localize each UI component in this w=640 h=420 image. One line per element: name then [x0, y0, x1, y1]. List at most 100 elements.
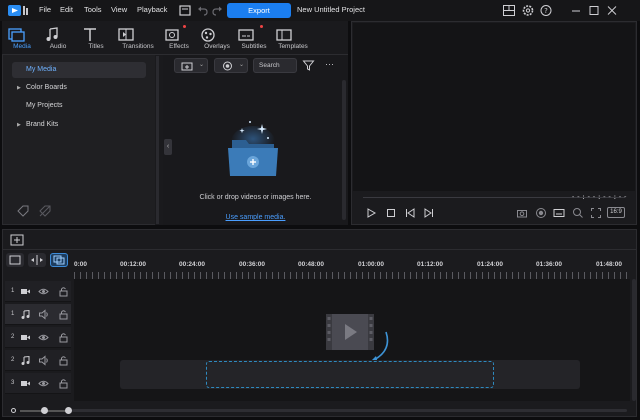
play-icon[interactable]	[365, 207, 377, 219]
preview-timecode: --:--:--:--	[571, 193, 629, 201]
subtitles-badge	[260, 25, 263, 28]
lock-icon[interactable]	[58, 332, 69, 343]
track-header-video[interactable]: 1	[5, 281, 71, 302]
expand-arrow-icon[interactable]: ▶	[17, 80, 21, 96]
tab-media[interactable]: Media	[6, 21, 38, 55]
tab-titles[interactable]: Titles	[80, 21, 112, 55]
tree-item-brand-kits[interactable]: ▶ Brand Kits	[12, 117, 146, 133]
track-header-audio[interactable]: 2	[5, 350, 71, 371]
speaker-icon[interactable]	[38, 309, 49, 320]
ruler-tick-label: 0:00	[74, 261, 88, 268]
track-headers: 1 1 2 2 3	[0, 281, 72, 401]
next-frame-icon[interactable]	[423, 207, 435, 219]
gear-icon[interactable]	[521, 4, 535, 17]
track-header-audio[interactable]: 1	[5, 304, 71, 325]
tag-remove-icon[interactable]	[38, 204, 52, 218]
snapshot-icon[interactable]	[516, 207, 528, 219]
audio-track-icon	[20, 355, 31, 366]
tab-subtitles-label: Subtitles	[241, 43, 267, 50]
preview-screen[interactable]	[353, 23, 635, 191]
tab-effects[interactable]: Effects	[162, 21, 196, 55]
tab-overlays[interactable]: Overlays	[198, 21, 236, 55]
speaker-icon[interactable]	[38, 355, 49, 366]
timeline-tool-icon[interactable]	[10, 234, 24, 246]
snap-icon	[53, 255, 65, 265]
tree-item-my-media[interactable]: My Media	[12, 62, 146, 78]
snap-toggle-button[interactable]	[50, 253, 68, 267]
eye-icon[interactable]	[38, 332, 49, 343]
zoom-out-icon[interactable]	[11, 408, 16, 413]
search-input[interactable]: Search	[253, 58, 297, 73]
tree-item-color-boards[interactable]: ▶ Color Boards	[12, 80, 146, 96]
tab-templates[interactable]: Templates	[274, 21, 312, 55]
ruler-tick-label: 01:48:00	[596, 261, 623, 268]
video-track-icon	[20, 378, 31, 389]
tag-icon[interactable]	[16, 204, 30, 218]
filter-icon[interactable]	[302, 59, 315, 72]
media-icon	[8, 28, 25, 42]
zoom-icon[interactable]	[572, 207, 584, 219]
zoom-in-icon[interactable]	[65, 407, 72, 414]
music-note-icon	[46, 27, 58, 41]
video-track-icon	[20, 286, 31, 297]
record-voice-icon[interactable]	[535, 207, 547, 219]
overlay-icon	[201, 28, 215, 42]
more-options-icon[interactable]: ···	[325, 59, 334, 69]
ruler-tick-label: 01:24:00	[477, 261, 504, 268]
stop-icon[interactable]	[385, 207, 397, 219]
track-header-video[interactable]: 3	[5, 373, 71, 394]
menu-tools[interactable]: Tools	[84, 5, 102, 14]
timeline-hscrollbar[interactable]	[72, 409, 627, 412]
sample-media-link[interactable]: Use sample media.	[163, 214, 348, 221]
produce-icon[interactable]	[178, 4, 192, 17]
menu-edit[interactable]: Edit	[60, 5, 73, 14]
layout-icon[interactable]	[502, 4, 516, 17]
tab-subtitles[interactable]: Subtitles	[236, 21, 272, 55]
ruler-tick-label: 01:00:00	[358, 261, 385, 268]
menu-view[interactable]: View	[111, 5, 127, 14]
close-icon[interactable]	[605, 4, 619, 17]
eye-icon[interactable]	[38, 286, 49, 297]
lock-icon[interactable]	[58, 286, 69, 297]
record-dropdown[interactable]: ⌄	[214, 58, 248, 73]
tree-scrollbar[interactable]	[156, 56, 159, 224]
tree-item-my-projects[interactable]: My Projects	[12, 98, 146, 114]
timeline-view-button[interactable]	[6, 253, 24, 267]
import-media-dropdown[interactable]: ⌄	[174, 58, 208, 73]
tab-transitions[interactable]: Transitions	[116, 21, 160, 55]
lock-icon[interactable]	[58, 309, 69, 320]
redo-icon[interactable]	[210, 4, 224, 17]
minimize-icon[interactable]	[569, 4, 583, 17]
ruler-tick-label: 01:12:00	[417, 261, 444, 268]
tree-item-label: Brand Kits	[26, 121, 59, 128]
lock-icon[interactable]	[58, 378, 69, 389]
help-icon[interactable]: ?	[539, 4, 553, 17]
timeline-view-icon	[9, 255, 21, 265]
subtitle-preview-icon[interactable]	[553, 207, 565, 219]
chevron-down-icon: ⌄	[199, 62, 205, 68]
aspect-ratio-button[interactable]: 16:9	[607, 207, 625, 218]
track-number: 3	[11, 380, 15, 386]
track-header-video[interactable]: 2	[5, 327, 71, 348]
previous-frame-icon[interactable]	[404, 207, 416, 219]
tab-audio[interactable]: Audio	[42, 21, 74, 55]
split-button[interactable]	[28, 253, 46, 267]
zoom-slider-knob[interactable]	[41, 407, 48, 414]
timeline-vscrollbar[interactable]	[632, 279, 636, 401]
lock-icon[interactable]	[58, 355, 69, 366]
eye-icon[interactable]	[38, 378, 49, 389]
export-button[interactable]: Export	[227, 3, 291, 18]
collapse-panel-button[interactable]: ‹	[164, 139, 172, 155]
subtitle-icon	[238, 29, 254, 41]
timeline-drop-target[interactable]	[206, 361, 494, 388]
maximize-icon[interactable]	[587, 4, 601, 17]
svg-text:?: ?	[544, 7, 548, 15]
expand-arrow-icon[interactable]: ▶	[17, 117, 21, 133]
menu-file[interactable]: File	[39, 5, 51, 14]
tab-transitions-label: Transitions	[122, 43, 154, 50]
transition-icon	[118, 28, 134, 41]
fullscreen-icon[interactable]	[590, 207, 602, 219]
video-track-icon	[20, 332, 31, 343]
undo-icon[interactable]	[196, 4, 210, 17]
menu-playback[interactable]: Playback	[137, 5, 167, 14]
